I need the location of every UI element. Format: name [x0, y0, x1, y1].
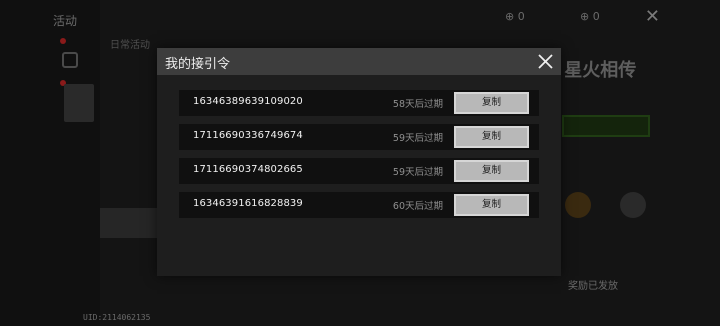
- currency-counter: ⊕ 0: [580, 10, 600, 23]
- code-row: 16346391616828839 60天后过期 复制: [179, 192, 539, 218]
- copy-button[interactable]: 复制: [454, 92, 529, 114]
- invite-code: 17116690336749674: [193, 130, 303, 141]
- menu-item[interactable]: 日常活动: [100, 28, 162, 58]
- rail-active-tab[interactable]: [64, 84, 94, 122]
- currency-value: 0: [517, 10, 525, 23]
- expiry-label: 59天后过期: [392, 133, 443, 144]
- invite-code-list: 16346389639109020 58天后过期 复制 171166903367…: [179, 90, 539, 226]
- menu-item[interactable]: [100, 88, 162, 118]
- green-panel: [562, 115, 650, 137]
- reward-status: 奖励已发放: [568, 281, 618, 292]
- invite-code: 16346389639109020: [193, 96, 303, 107]
- uid-label: UID:2114062135: [83, 313, 151, 322]
- background-menu: 日常活动: [100, 28, 162, 268]
- expiry-label: 58天后过期: [392, 99, 443, 110]
- copy-button[interactable]: 复制: [454, 194, 529, 216]
- code-row: 17116690336749674 59天后过期 复制: [179, 124, 539, 150]
- menu-item[interactable]: [100, 238, 162, 268]
- reward-icon: [565, 192, 591, 218]
- copy-button[interactable]: 复制: [454, 126, 529, 148]
- expiry-label: 59天后过期: [392, 167, 443, 178]
- menu-item-active[interactable]: [100, 208, 162, 238]
- currency-counter: ⊕ 0: [505, 10, 525, 23]
- notification-dot: [60, 38, 66, 44]
- reward-icon: [620, 192, 646, 218]
- menu-item[interactable]: [100, 148, 162, 178]
- expiry-label: 60天后过期: [392, 201, 443, 212]
- close-icon[interactable]: [536, 52, 555, 71]
- menu-item[interactable]: [100, 118, 162, 148]
- copy-button[interactable]: 复制: [454, 160, 529, 182]
- invite-code-modal: 我的接引令 16346389639109020 58天后过期 复制 171166…: [157, 48, 561, 276]
- left-rail: [0, 0, 100, 326]
- activity-title: 活动: [53, 14, 78, 28]
- modal-header: 我的接引令: [157, 48, 561, 75]
- modal-title: 我的接引令: [165, 57, 231, 72]
- menu-item[interactable]: [100, 178, 162, 208]
- menu-item[interactable]: [100, 58, 162, 88]
- invite-code: 16346391616828839: [193, 198, 303, 209]
- rail-icon[interactable]: [62, 52, 78, 68]
- code-row: 16346389639109020 58天后过期 复制: [179, 90, 539, 116]
- invite-code: 17116690374802665: [193, 164, 303, 175]
- currency-value: 0: [592, 10, 600, 23]
- code-row: 17116690374802665 59天后过期 复制: [179, 158, 539, 184]
- background-close-icon[interactable]: ✕: [645, 8, 660, 26]
